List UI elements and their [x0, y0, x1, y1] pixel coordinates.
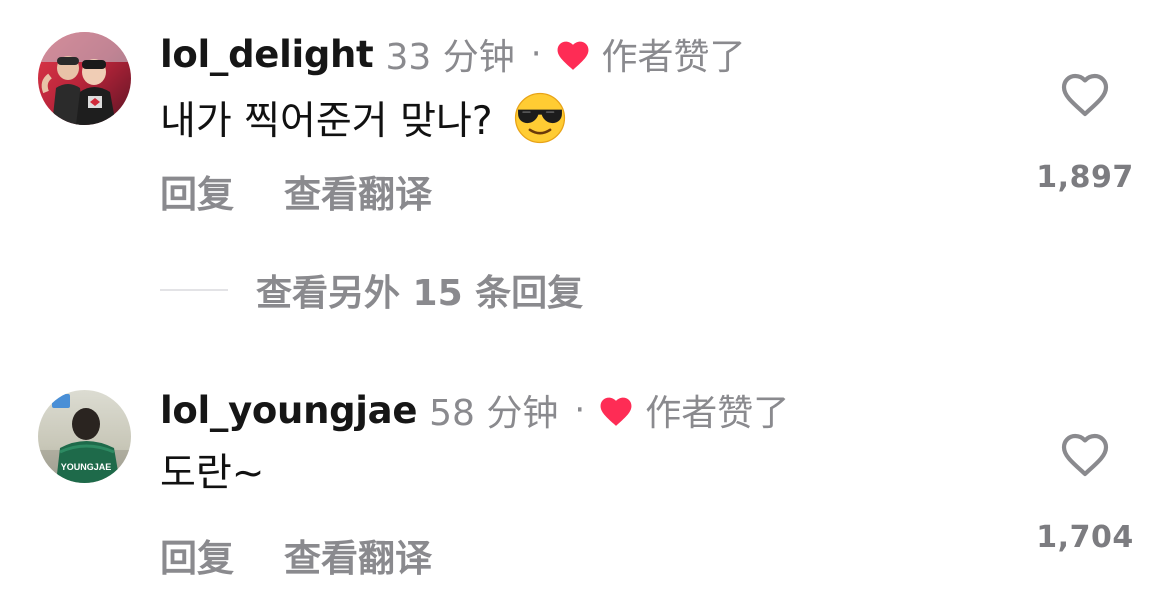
sunglasses-emoji-icon: [514, 92, 565, 144]
comment-item: lol_delight 33 分钟 · 作者赞了 내가 찍어준거 맞나? 回复 …: [0, 0, 1170, 260]
jersey-text: YOUNGJAE: [61, 462, 112, 472]
avatar[interactable]: YOUNGJAE: [38, 390, 131, 483]
like-column: 1,704: [1030, 430, 1140, 555]
comment-header: lol_youngjae 58 分钟 · 作者赞了: [160, 386, 790, 435]
comment-header: lol_delight 33 分钟 · 作者赞了: [160, 30, 746, 79]
translate-button[interactable]: 查看翻译: [284, 528, 432, 582]
reply-button[interactable]: 回复: [160, 164, 234, 218]
username[interactable]: lol_delight: [160, 33, 374, 76]
separator-dot: ·: [530, 34, 542, 74]
like-heart-icon[interactable]: [1059, 70, 1111, 118]
divider-line: [160, 289, 228, 291]
view-more-replies-button[interactable]: 查看另外 15 条回复: [160, 265, 583, 315]
comment-text-row: 도란~: [160, 440, 264, 500]
translate-button[interactable]: 查看翻译: [284, 164, 432, 218]
timestamp: 58 分钟: [429, 393, 559, 434]
like-count: 1,704: [1036, 520, 1134, 555]
comment-actions: 回复 查看翻译: [160, 528, 432, 582]
avatar[interactable]: [38, 32, 131, 125]
separator-dot: ·: [574, 390, 586, 430]
comment-text: 도란~: [160, 451, 265, 496]
avatar-image: [38, 32, 131, 125]
like-column: 1,897: [1030, 70, 1140, 195]
author-liked-label: 作者赞了: [601, 37, 746, 78]
comment-actions: 回复 查看翻译: [160, 164, 432, 218]
author-liked-heart-icon: [557, 41, 588, 70]
view-more-replies-label: 查看另外 15 条回复: [256, 273, 584, 314]
like-heart-icon[interactable]: [1059, 430, 1111, 478]
author-liked-heart-icon: [600, 397, 632, 426]
like-count: 1,897: [1036, 160, 1134, 195]
comment-item: YOUNGJAE lol_youngjae 58 分钟 · 作者赞了 도란~ 回…: [0, 360, 1170, 614]
avatar-image: YOUNGJAE: [38, 390, 131, 483]
comment-text: 내가 찍어준거 맞나?: [160, 99, 493, 144]
author-liked-label: 作者赞了: [645, 393, 790, 434]
comment-text-row: 내가 찍어준거 맞나?: [160, 88, 567, 148]
username[interactable]: lol_youngjae: [160, 389, 417, 432]
timestamp: 33 分钟: [385, 37, 515, 78]
reply-button[interactable]: 回复: [160, 528, 234, 582]
